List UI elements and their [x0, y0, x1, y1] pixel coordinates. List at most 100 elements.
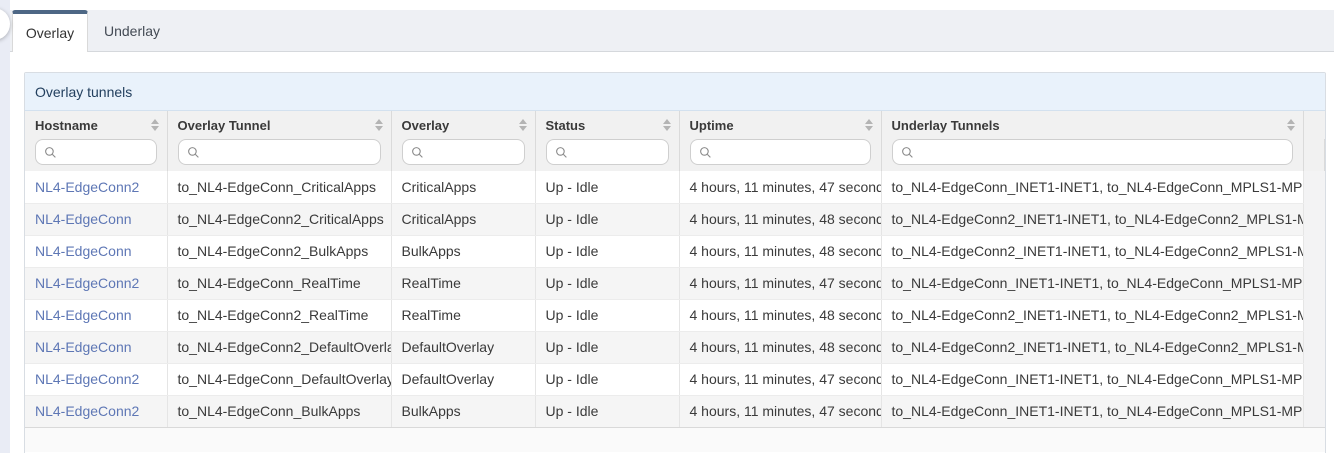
tab-strip [10, 10, 1334, 52]
table-row: NL4-EdgeConn2 to_NL4-EdgeConn_DefaultOver… [25, 363, 1325, 395]
table-row: NL4-EdgeConn2 to_NL4-EdgeConn_BulkAppsBul… [25, 395, 1325, 427]
cell-overlay: CriticalApps [391, 171, 535, 203]
cell-status: Up - Idle [535, 395, 679, 427]
cell-overlay: DefaultOverlay [391, 331, 535, 363]
panel-footer [25, 428, 1325, 452]
sort-icon[interactable] [1287, 119, 1295, 131]
sort-icon[interactable] [375, 119, 383, 131]
cell-hostname: NL4-EdgeConn [25, 331, 167, 363]
panel-title: Overlay tunnels [35, 84, 132, 100]
table-row: NL4-EdgeConn2to_NL4-EdgeConn_RealTimeRea… [25, 267, 1325, 299]
cell-overlay: DefaultOverlay [391, 363, 535, 395]
cell-underlay-tunnels: to_NL4-EdgeConn_INET1-INET1, to_NL4-Edge… [881, 395, 1303, 427]
cell-overlay-tunnel: to_NL4-EdgeConn_BulkApps [167, 395, 391, 427]
sort-icon[interactable] [519, 119, 527, 131]
table-row: NL4-EdgeConn to_NL4-EdgeConn2_RealTimeRea… [25, 299, 1325, 331]
search-icon [699, 146, 712, 159]
cell-overlay-tunnel: to_NL4-EdgeConn_DefaultOverlay [167, 363, 391, 395]
filter-box [402, 139, 525, 165]
column-label: Hostname [35, 118, 98, 133]
tab-overlay[interactable]: Overlay [12, 10, 88, 52]
cell-uptime: 4 hours, 11 minutes, 47 seconds [679, 363, 881, 395]
left-rail [0, 0, 10, 453]
row-spacer [1303, 235, 1325, 267]
hostname-link[interactable]: NL4-EdgeConn2 [35, 179, 139, 195]
cell-status: Up - Idle [535, 299, 679, 331]
filter-box [690, 139, 871, 165]
sort-icon[interactable] [865, 119, 873, 131]
cell-status: Up - Idle [535, 235, 679, 267]
cell-hostname: NL4-EdgeConn [25, 203, 167, 235]
hostname-link[interactable]: NL4-EdgeConn2 [35, 403, 139, 419]
cell-uptime: 4 hours, 11 minutes, 47 seconds [679, 171, 881, 203]
overlay-tunnel-filter-input[interactable] [206, 144, 372, 161]
cell-overlay: BulkApps [391, 235, 535, 267]
column-header-status[interactable]: Status [535, 111, 679, 139]
filter-cell-hostname [25, 139, 167, 171]
filter-box [892, 139, 1293, 165]
cell-hostname: NL4-EdgeConn [25, 235, 167, 267]
column-label: Underlay Tunnels [892, 118, 1000, 133]
column-header-hostname[interactable]: Hostname [25, 111, 167, 139]
cell-hostname: NL4-EdgeConn2 [25, 363, 167, 395]
search-icon [901, 146, 914, 159]
sort-icon[interactable] [663, 119, 671, 131]
cell-overlay: RealTime [391, 299, 535, 331]
column-header-overlay-tunnel[interactable]: Overlay Tunnel [167, 111, 391, 139]
cell-underlay-tunnels: to_NL4-EdgeConn2_INET1-INET1, to_NL4-Edg… [881, 235, 1303, 267]
overlay-filter-input[interactable] [430, 144, 516, 161]
filter-box [178, 139, 381, 165]
cell-uptime: 4 hours, 11 minutes, 47 seconds [679, 267, 881, 299]
column-label: Uptime [690, 118, 734, 133]
tab-underlay[interactable]: Underlay [88, 10, 176, 51]
column-label: Overlay [402, 118, 450, 133]
hostname-link[interactable]: NL4-EdgeConn2 [35, 371, 139, 387]
cell-underlay-tunnels: to_NL4-EdgeConn2_INET1-INET1, to_NL4-Edg… [881, 331, 1303, 363]
cell-overlay: CriticalApps [391, 203, 535, 235]
cell-status: Up - Idle [535, 203, 679, 235]
filter-spacer [1303, 139, 1325, 171]
cell-uptime: 4 hours, 11 minutes, 48 seconds [679, 299, 881, 331]
column-header-uptime[interactable]: Uptime [679, 111, 881, 139]
cell-hostname: NL4-EdgeConn2 [25, 395, 167, 427]
panel-header: Overlay tunnels [25, 73, 1325, 111]
status-filter-input[interactable] [574, 144, 660, 161]
row-spacer [1303, 299, 1325, 331]
cell-overlay: RealTime [391, 267, 535, 299]
row-spacer [1303, 267, 1325, 299]
cell-overlay: BulkApps [391, 395, 535, 427]
filter-cell-overlay [391, 139, 535, 171]
hostname-link[interactable]: NL4-EdgeConn2 [35, 275, 139, 291]
column-header-underlay-tunnels[interactable]: Underlay Tunnels [881, 111, 1303, 139]
filter-cell-status [535, 139, 679, 171]
cell-overlay-tunnel: to_NL4-EdgeConn2_BulkApps [167, 235, 391, 267]
filter-box [35, 139, 157, 165]
filter-box [546, 139, 669, 165]
cell-status: Up - Idle [535, 331, 679, 363]
uptime-filter-input[interactable] [718, 144, 862, 161]
cell-underlay-tunnels: to_NL4-EdgeConn2_INET1-INET1, to_NL4-Edg… [881, 203, 1303, 235]
column-header-overlay[interactable]: Overlay [391, 111, 535, 139]
hostname-link[interactable]: NL4-EdgeConn [35, 211, 132, 227]
overlay-tunnels-panel: Overlay tunnels Hostname Overlay Tunnel Ov… [24, 72, 1326, 453]
cell-overlay-tunnel: to_NL4-EdgeConn2_RealTime [167, 299, 391, 331]
hostname-link[interactable]: NL4-EdgeConn [35, 243, 132, 259]
cell-underlay-tunnels: to_NL4-EdgeConn_INET1-INET1, to_NL4-Edge… [881, 267, 1303, 299]
filter-cell-uptime [679, 139, 881, 171]
filter-cell-overlay-tunnel [167, 139, 391, 171]
row-spacer [1303, 203, 1325, 235]
search-icon [44, 146, 57, 159]
table-row: NL4-EdgeConnto_NL4-EdgeConn2_CriticalApp… [25, 203, 1325, 235]
hostname-filter-input[interactable] [63, 144, 148, 161]
cell-status: Up - Idle [535, 267, 679, 299]
search-icon [411, 146, 424, 159]
table-head: Hostname Overlay Tunnel Overlay Status Uptim… [25, 111, 1325, 171]
underlay-tunnels-filter-input[interactable] [920, 144, 1284, 161]
cell-uptime: 4 hours, 11 minutes, 48 seconds [679, 331, 881, 363]
sort-icon[interactable] [151, 119, 159, 131]
hostname-link[interactable]: NL4-EdgeConn [35, 307, 132, 323]
cell-overlay-tunnel: to_NL4-EdgeConn_CriticalApps [167, 171, 391, 203]
cell-uptime: 4 hours, 11 minutes, 47 seconds [679, 395, 881, 427]
hostname-link[interactable]: NL4-EdgeConn [35, 339, 132, 355]
column-label: Status [546, 118, 586, 133]
